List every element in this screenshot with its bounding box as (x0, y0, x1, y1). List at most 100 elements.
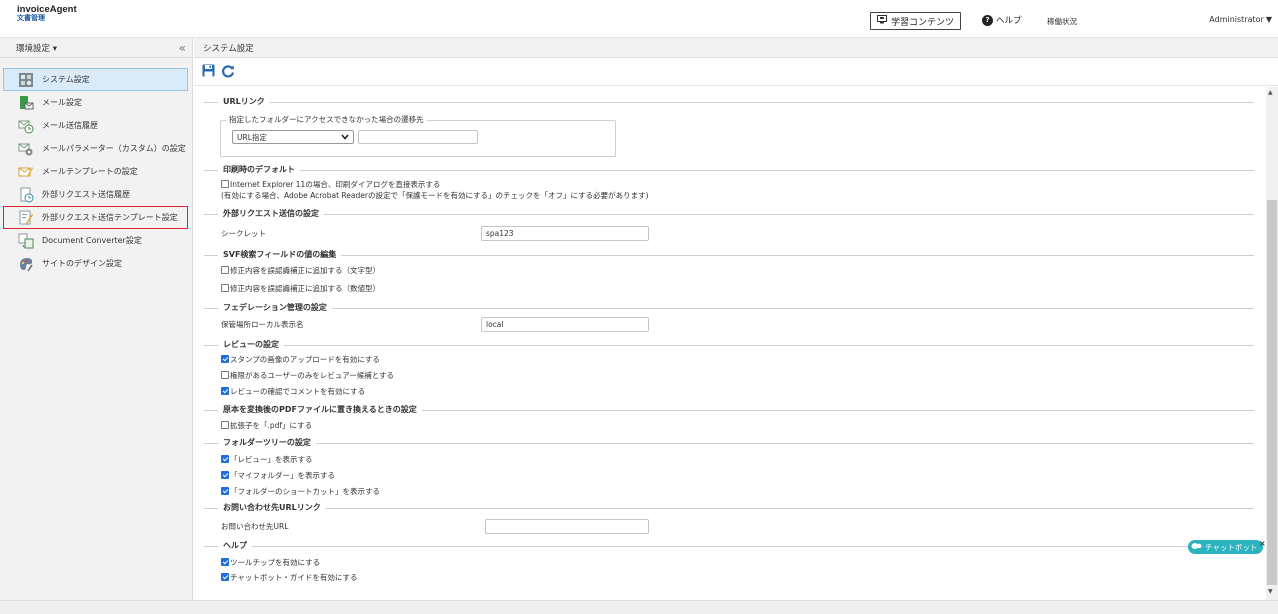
monitor-icon (877, 15, 887, 27)
checkbox-checked[interactable] (221, 558, 229, 566)
sidebar-item-label: Document Converter設定 (42, 236, 142, 245)
breadcrumb: システム設定 (194, 38, 1278, 58)
sidebar-item-label: システム設定 (42, 75, 90, 84)
stamp-upload-checkbox[interactable]: スタンプの画像のアップロードを有効にする (221, 355, 380, 365)
learning-content-label: 学習コンテンツ (891, 17, 955, 28)
section-contact-url: お問い合わせ先URLリンク (204, 503, 1254, 513)
redirect-url-input[interactable] (358, 130, 478, 144)
section-title: フェデレーション管理の設定 (218, 303, 332, 313)
section-title: ヘルプ (218, 541, 252, 551)
checkbox-unchecked[interactable] (221, 284, 229, 292)
svf-number-checkbox[interactable]: 修正内容を誤認識補正に追加する（数値型） (221, 284, 380, 294)
save-icon[interactable] (202, 64, 215, 80)
ie11-print-dialog-checkbox[interactable]: Internet Explorer 11の場合、印刷ダイアログを直接表示する (221, 180, 440, 190)
section-title: お問い合わせ先URLリンク (218, 503, 326, 513)
sidebar-title-dropdown[interactable]: 環境設定 ▾ (16, 42, 57, 54)
sidebar-item-system-settings[interactable]: システム設定 (3, 68, 188, 91)
fieldset-legend: 指定したフォルダーにアクセスできなかった場合の遷移先 (226, 115, 427, 125)
section-print-default: 印刷時のデフォルト (204, 165, 1254, 175)
checkbox-label: Internet Explorer 11の場合、印刷ダイアログを直接表示する (230, 180, 441, 189)
sidebar-item-mail-template[interactable]: メールテンプレートの設定 (0, 160, 192, 183)
close-icon[interactable]: × (1259, 539, 1266, 548)
mail-template-icon (18, 164, 34, 180)
checkbox-label: 修正内容を誤認識補正に追加する（文字型） (230, 266, 380, 275)
chatbot-label: チャットボット (1205, 542, 1258, 552)
local-display-name-label: 保管場所ローカル表示名 (221, 320, 304, 329)
show-shortcut-checkbox[interactable]: 「フォルダーのショートカット」を表示する (221, 487, 380, 497)
show-my-folder-checkbox[interactable]: 「マイフォルダー」を表示する (221, 471, 335, 481)
checkbox-label: 「フォルダーのショートカット」を表示する (230, 487, 380, 496)
checkbox-label: 「レビュー」を表示する (230, 455, 313, 464)
chatbot-guide-checkbox[interactable]: チャットボット・ガイドを有効にする (221, 573, 358, 583)
section-title: 印刷時のデフォルト (218, 165, 300, 175)
help-icon: ? (982, 14, 993, 26)
status-link[interactable]: 稼働状況 (1047, 16, 1077, 27)
checkbox-checked[interactable] (221, 471, 229, 479)
learning-content-button[interactable]: 学習コンテンツ (870, 12, 962, 30)
checkbox-unchecked[interactable] (221, 371, 229, 379)
checkbox-checked[interactable] (221, 455, 229, 463)
local-display-name-input[interactable]: local (481, 317, 649, 332)
checkbox-checked[interactable] (221, 487, 229, 495)
chevron-down-icon (341, 133, 349, 142)
checkbox-label: 権限があるユーザーのみをレビュアー候補とする (230, 371, 395, 380)
section-title: 原本を変換後のPDFファイルに置き換えるときの設定 (218, 405, 422, 415)
redirect-type-select[interactable]: URL指定 (232, 130, 354, 144)
sidebar: 環境設定 ▾ « システム設定 メール設定 メール送信履歴 メールパラメーター（… (0, 38, 193, 600)
sidebar-item-request-history[interactable]: 外部リクエスト送信履歴 (0, 183, 192, 206)
checkbox-checked[interactable] (221, 387, 229, 395)
sidebar-item-mail-settings[interactable]: メール設定 (0, 91, 192, 114)
section-federation: フェデレーション管理の設定 (204, 303, 1254, 313)
svf-text-checkbox[interactable]: 修正内容を誤認識補正に追加する（文字型） (221, 266, 380, 276)
request-history-icon (18, 187, 34, 203)
section-review: レビューの設定 (204, 340, 1254, 350)
checkbox-label: スタンプの画像のアップロードを有効にする (230, 355, 380, 364)
secret-input[interactable]: spa123 (481, 226, 649, 241)
sidebar-item-label: メールテンプレートの設定 (42, 167, 138, 176)
user-menu[interactable]: Administrator ▼ (1209, 15, 1272, 24)
app-logo[interactable]: invoiceAgent 文書管理 (17, 5, 77, 22)
pdf-extension-checkbox[interactable]: 拡張子を「.pdf」にする (221, 421, 312, 431)
scroll-down-icon[interactable]: ▼ (1268, 588, 1273, 595)
scrollbar-thumb[interactable] (1267, 200, 1277, 585)
section-pdf-replace: 原本を変換後のPDFファイルに置き換えるときの設定 (204, 405, 1254, 415)
show-review-checkbox[interactable]: 「レビュー」を表示する (221, 455, 313, 465)
section-title: 外部リクエスト送信の設定 (218, 209, 324, 219)
sidebar-item-label: メールパラメーター（カスタム）の設定 (42, 144, 186, 153)
help-link[interactable]: ? ヘルプ (982, 14, 1022, 26)
sidebar-item-document-converter[interactable]: Document Converter設定 (0, 229, 192, 252)
checkbox-unchecked[interactable] (221, 180, 229, 188)
sidebar-item-mail-parameter[interactable]: メールパラメーター（カスタム）の設定 (0, 137, 192, 160)
sidebar-item-site-design[interactable]: サイトのデザイン設定 (0, 252, 192, 275)
section-title: レビューの設定 (218, 340, 284, 350)
sidebar-item-request-template[interactable]: 外部リクエスト送信テンプレート設定 (3, 206, 188, 229)
logo-subtitle: 文書管理 (17, 13, 45, 22)
review-comment-checkbox[interactable]: レビューの確認でコメントを有効にする (221, 387, 365, 397)
scroll-up-icon[interactable]: ▲ (1268, 89, 1273, 96)
checkbox-label: レビューの確認でコメントを有効にする (230, 387, 366, 396)
tooltip-checkbox[interactable]: ツールチップを有効にする (221, 558, 320, 568)
sidebar-item-label: メール送信履歴 (42, 121, 98, 130)
checkbox-unchecked[interactable] (221, 266, 229, 274)
reviewer-permission-checkbox[interactable]: 権限があるユーザーのみをレビュアー候補とする (221, 371, 394, 381)
chat-bubble-icon (1191, 542, 1202, 552)
collapse-sidebar-icon[interactable]: « (179, 42, 186, 54)
sidebar-item-mail-history[interactable]: メール送信履歴 (0, 114, 192, 137)
checkbox-unchecked[interactable] (221, 421, 229, 429)
sidebar-item-label: 外部リクエスト送信テンプレート設定 (42, 213, 178, 222)
section-svf: SVF検索フィールドの値の編集 (204, 250, 1254, 260)
mail-parameter-icon (18, 141, 34, 157)
site-design-icon (18, 256, 34, 272)
checkbox-checked[interactable] (221, 573, 229, 581)
contact-url-input[interactable] (485, 519, 649, 534)
help-label: ヘルプ (996, 16, 1022, 26)
system-settings-icon (18, 72, 34, 88)
section-help: ヘルプ (204, 541, 1254, 551)
print-note: (有効にする場合、Adobe Acrobat Readerの設定で「保護モードを… (221, 191, 649, 200)
section-folder-tree: フォルダーツリーの設定 (204, 438, 1254, 448)
refresh-icon[interactable] (221, 64, 235, 81)
toolbar (194, 59, 1278, 86)
checkbox-checked[interactable] (221, 355, 229, 363)
checkbox-label: 修正内容を誤認識補正に追加する（数値型） (230, 284, 380, 293)
chatbot-button[interactable]: チャットボット (1188, 540, 1264, 554)
